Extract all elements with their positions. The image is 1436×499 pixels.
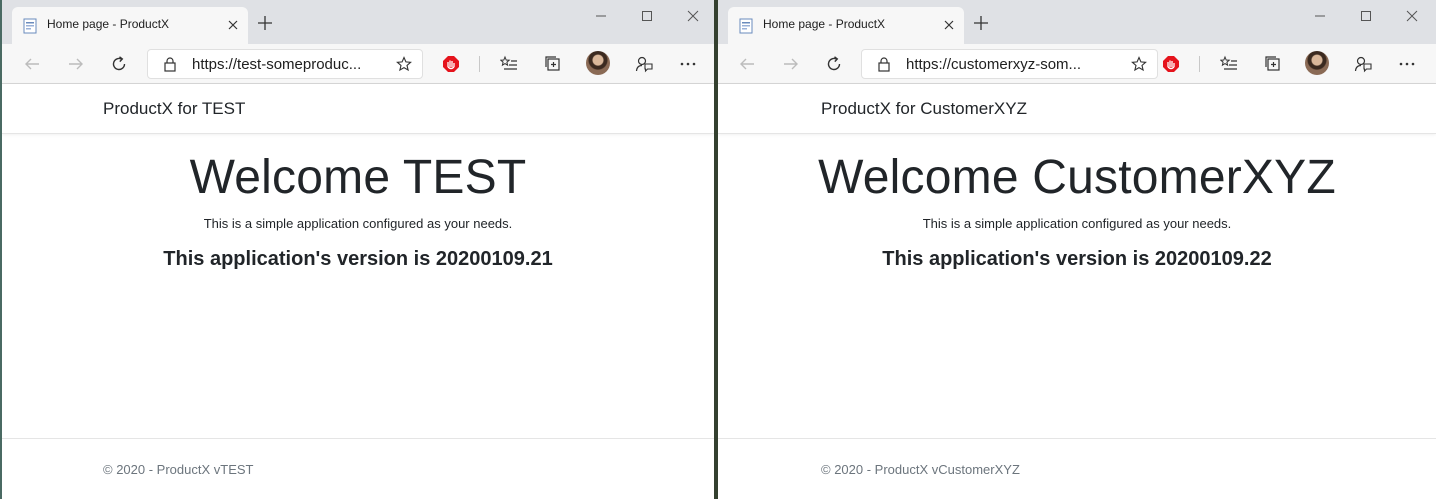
welcome-heading: Welcome CustomerXYZ — [818, 151, 1336, 204]
tab-strip: Home page - ProductX — [718, 0, 1436, 44]
adblock-extension-button[interactable] — [1159, 52, 1183, 76]
more-button[interactable] — [676, 52, 700, 76]
close-window-button[interactable] — [1400, 6, 1424, 26]
favorites-button[interactable] — [497, 52, 521, 76]
close-icon — [1406, 10, 1418, 22]
browser-toolbar: https://customerxyz-som... — [718, 44, 1436, 84]
page-favicon-icon — [23, 18, 37, 34]
maximize-button[interactable] — [1354, 6, 1378, 26]
refresh-button[interactable] — [107, 52, 131, 76]
new-tab-icon[interactable] — [256, 14, 274, 32]
refresh-button[interactable] — [822, 52, 846, 76]
browser-window-test: Home page - ProductX https://test-somepr… — [0, 0, 714, 499]
welcome-heading: Welcome TEST — [189, 151, 527, 204]
forward-button[interactable] — [779, 52, 803, 76]
minimize-icon — [1315, 15, 1325, 17]
tab-home-page[interactable]: Home page - ProductX — [728, 7, 964, 44]
collections-icon — [1265, 56, 1280, 71]
adblock-stop-icon — [1163, 56, 1179, 72]
footer-text: © 2020 - ProductX vCustomerXYZ — [821, 462, 1020, 477]
refresh-icon — [112, 56, 126, 71]
footer-divider — [2, 438, 714, 439]
version-text: This application's version is 20200109.2… — [882, 248, 1272, 270]
feedback-button[interactable] — [1351, 52, 1375, 76]
page-favicon-icon — [739, 18, 753, 34]
favorites-button[interactable] — [1217, 52, 1241, 76]
site-brand-link[interactable]: ProductX for CustomerXYZ — [821, 99, 1027, 119]
close-tab-icon[interactable] — [940, 16, 958, 34]
back-button[interactable] — [735, 52, 759, 76]
adblock-stop-icon — [443, 56, 459, 72]
maximize-icon — [642, 11, 652, 21]
page-content: ProductX for CustomerXYZ Welcome Custome… — [718, 84, 1436, 499]
browser-toolbar: https://test-someproduc... — [2, 44, 714, 84]
url-text: https://customerxyz-som... — [906, 56, 1082, 73]
lock-icon — [878, 57, 890, 72]
url-text: https://test-someproduc... — [192, 56, 362, 73]
collections-button[interactable] — [1261, 52, 1285, 76]
footer-divider — [718, 438, 1436, 439]
back-arrow-icon — [740, 58, 754, 70]
close-window-button[interactable] — [681, 6, 705, 26]
favorites-list-icon — [1220, 55, 1237, 70]
forward-arrow-icon — [69, 58, 83, 70]
site-navbar: ProductX for CustomerXYZ — [718, 84, 1436, 134]
more-button[interactable] — [1395, 52, 1419, 76]
back-arrow-icon — [25, 58, 39, 70]
tab-home-page[interactable]: Home page - ProductX — [12, 7, 248, 44]
maximize-icon — [1361, 11, 1371, 21]
forward-arrow-icon — [784, 58, 798, 70]
maximize-button[interactable] — [635, 6, 659, 26]
address-bar[interactable]: https://test-someproduc... — [147, 49, 423, 79]
close-tab-icon[interactable] — [224, 16, 242, 34]
toolbar-separator — [479, 56, 480, 72]
star-icon[interactable] — [1131, 56, 1147, 72]
profile-avatar[interactable] — [1305, 51, 1329, 75]
minimize-button[interactable] — [589, 6, 613, 26]
forward-button[interactable] — [64, 52, 88, 76]
version-text: This application's version is 20200109.2… — [163, 248, 553, 270]
tagline-text: This is a simple application configured … — [922, 216, 1232, 231]
minimize-icon — [596, 15, 606, 17]
collections-icon — [545, 56, 560, 71]
page-content: ProductX for TEST Welcome TEST This is a… — [2, 84, 714, 499]
feedback-icon — [1354, 56, 1372, 73]
site-brand-link[interactable]: ProductX for TEST — [103, 99, 245, 119]
close-icon — [687, 10, 699, 22]
browser-window-customerxyz: Home page - ProductX https://customerxyz… — [718, 0, 1436, 499]
tab-strip: Home page - ProductX — [2, 0, 714, 44]
tagline-text: This is a simple application configured … — [203, 216, 513, 231]
tab-title: Home page - ProductX — [47, 17, 170, 31]
favorites-list-icon — [500, 55, 517, 70]
feedback-icon — [635, 56, 653, 73]
more-icon — [680, 62, 696, 66]
feedback-button[interactable] — [632, 52, 656, 76]
lock-icon — [164, 57, 176, 72]
more-icon — [1399, 62, 1415, 66]
tab-title: Home page - ProductX — [763, 17, 886, 31]
back-button[interactable] — [20, 52, 44, 76]
star-icon[interactable] — [396, 56, 412, 72]
collections-button[interactable] — [541, 52, 565, 76]
toolbar-separator — [1199, 56, 1200, 72]
new-tab-icon[interactable] — [972, 14, 990, 32]
footer-text: © 2020 - ProductX vTEST — [103, 462, 254, 477]
site-navbar: ProductX for TEST — [2, 84, 714, 134]
address-bar[interactable]: https://customerxyz-som... — [861, 49, 1158, 79]
minimize-button[interactable] — [1308, 6, 1332, 26]
profile-avatar[interactable] — [586, 51, 610, 75]
adblock-extension-button[interactable] — [439, 52, 463, 76]
refresh-icon — [827, 56, 841, 71]
